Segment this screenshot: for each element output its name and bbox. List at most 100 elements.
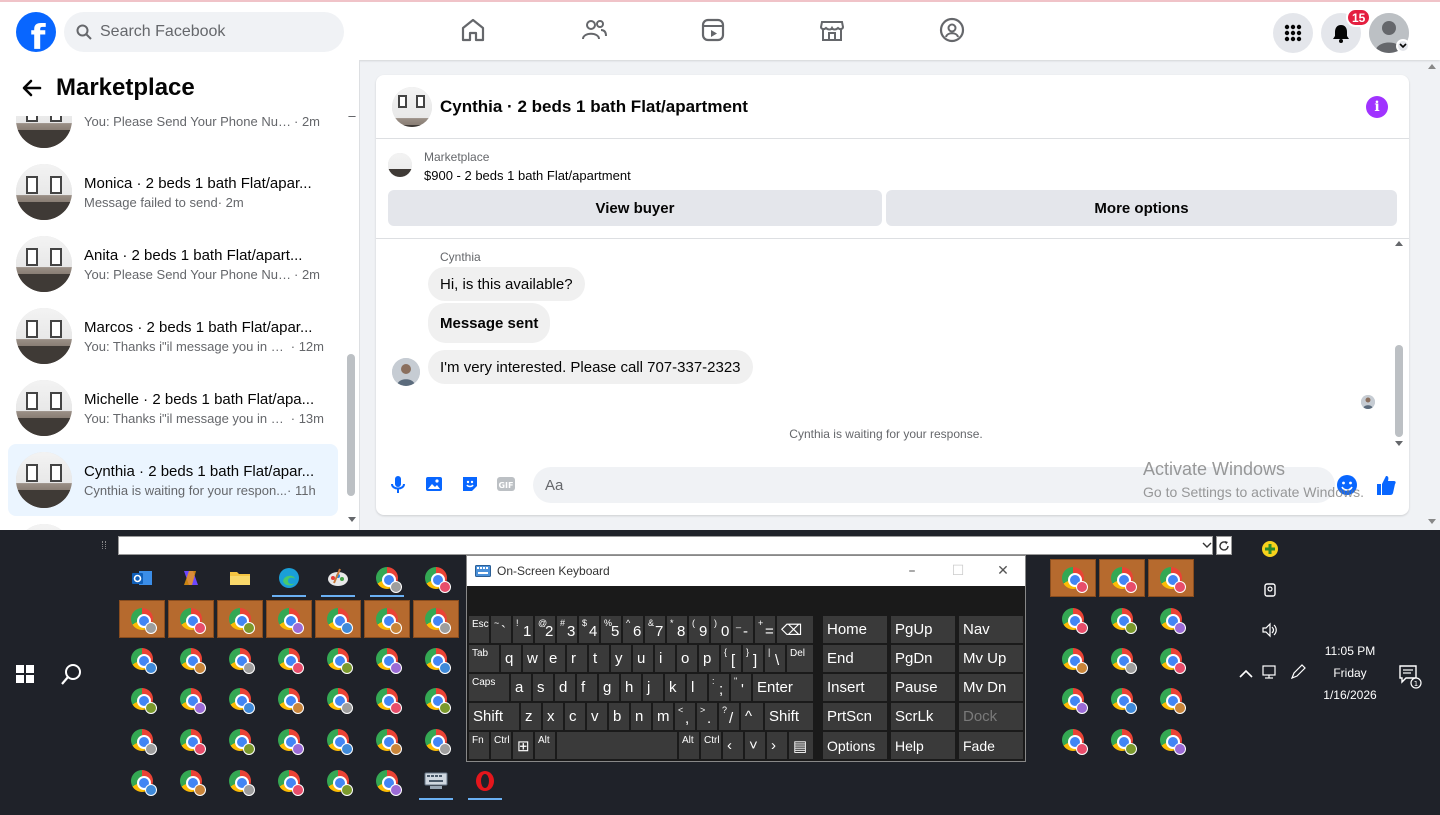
osk-key[interactable]: Fn [469, 732, 489, 759]
search-input[interactable] [100, 23, 320, 41]
chrome-profile-taskbar-button[interactable] [315, 721, 361, 759]
osk-key[interactable] [557, 732, 677, 759]
close-button[interactable]: ✕ [980, 556, 1026, 586]
osk-key[interactable]: $4 [579, 616, 599, 643]
osk-key[interactable]: t [589, 645, 609, 672]
osk-key[interactable]: Tab [469, 645, 499, 672]
osk-key[interactable]: ‹ [723, 732, 743, 759]
osk-key[interactable]: ˅ [745, 732, 765, 759]
osk-key[interactable]: s [533, 674, 553, 701]
security-shield-icon[interactable] [1261, 540, 1279, 558]
conversation-item[interactable]: Michelle · 2 beds 1 bath Flat/apa... You:… [8, 372, 338, 444]
osk-key[interactable]: | \ [765, 645, 785, 672]
chrome-profile-taskbar-button[interactable] [364, 721, 410, 759]
osk-key[interactable]: d [555, 674, 575, 701]
chrome-profile-taskbar-button[interactable] [315, 762, 361, 800]
chrome-profile-taskbar-button[interactable] [217, 762, 263, 800]
chrome-profile-taskbar-button[interactable] [266, 762, 312, 800]
chrome-profile-taskbar-button[interactable] [168, 721, 214, 759]
osk-key[interactable]: >. [697, 703, 717, 730]
friends-icon[interactable] [580, 16, 608, 44]
chrome-profile-taskbar-button[interactable] [1099, 640, 1145, 678]
view-buyer-button[interactable]: View buyer [388, 190, 882, 226]
osk-key[interactable]: y [611, 645, 631, 672]
osk-key[interactable]: c [565, 703, 585, 730]
maximize-button[interactable]: ☐ [935, 556, 981, 586]
chrome-profile-taskbar-button[interactable] [1148, 721, 1194, 759]
chrome-profile-taskbar-button[interactable] [413, 559, 459, 597]
osk-key[interactable]: l [687, 674, 707, 701]
info-icon[interactable]: i [1366, 96, 1388, 118]
osk-key[interactable]: g [599, 674, 619, 701]
message-bubble[interactable]: Hi, is this available? [428, 267, 585, 301]
message-bubble[interactable]: I'm very interested. Please call 707-337… [428, 350, 753, 384]
osk-key[interactable]: w [523, 645, 543, 672]
osk-key[interactable]: o [677, 645, 697, 672]
address-refresh-button[interactable] [1216, 536, 1232, 555]
chrome-profile-taskbar-button[interactable] [1050, 721, 1096, 759]
chrome-profile-taskbar-button[interactable] [413, 721, 459, 759]
osk-key[interactable]: (9 [689, 616, 709, 643]
conversation-item[interactable]: Marcos · 2 beds 1 bath Flat/apar... You: … [8, 300, 338, 372]
page-scroll-up-arrow-icon[interactable] [1428, 64, 1436, 69]
chrome-profile-taskbar-button[interactable] [413, 600, 459, 638]
osk-key[interactable]: ⊞ [513, 732, 533, 759]
chrome-profile-taskbar-button[interactable] [217, 680, 263, 718]
opera-taskbar-button[interactable] [462, 762, 508, 800]
chrome-profile-taskbar-button[interactable] [168, 762, 214, 800]
osk-nav-key[interactable]: Mv Up [959, 645, 1023, 672]
chrome-profile-taskbar-button[interactable] [266, 640, 312, 678]
osk-key[interactable]: Alt [535, 732, 555, 759]
chrome-profile-taskbar-button[interactable] [168, 680, 214, 718]
chrome-profile-taskbar-button[interactable] [266, 600, 312, 638]
chrome-profile-taskbar-button[interactable] [1148, 680, 1194, 718]
osk-nav-key[interactable]: PrtScn [823, 703, 887, 730]
osk-key[interactable]: <, [675, 703, 695, 730]
osk-key[interactable]: n [631, 703, 651, 730]
chrome-profile-taskbar-button[interactable] [266, 721, 312, 759]
osk-key[interactable]: v [587, 703, 607, 730]
osk-key[interactable]: @2 [535, 616, 555, 643]
chrome-profile-taskbar-button[interactable] [364, 559, 410, 597]
chrome-profile-taskbar-button[interactable] [168, 640, 214, 678]
chrome-profile-taskbar-button[interactable] [1148, 559, 1194, 597]
more-options-button[interactable]: More options [886, 190, 1397, 226]
copilot-taskbar-button[interactable] [168, 559, 214, 597]
conversation-scrollbar[interactable] [347, 354, 355, 496]
osk-nav-key[interactable]: Pause [891, 674, 955, 701]
chrome-profile-taskbar-button[interactable] [1148, 600, 1194, 638]
osk-key[interactable]: z [521, 703, 541, 730]
osk-nav-key[interactable]: Mv Dn [959, 674, 1023, 701]
osk-key[interactable]: r [567, 645, 587, 672]
chevron-down-icon[interactable] [1201, 539, 1213, 551]
pen-icon[interactable] [1289, 663, 1307, 681]
osk-nav-key[interactable]: Options [823, 732, 887, 759]
sender-avatar[interactable] [392, 358, 420, 386]
chrome-profile-taskbar-button[interactable] [168, 600, 214, 638]
chrome-profile-taskbar-button[interactable] [364, 680, 410, 718]
osk-taskbar-button[interactable] [413, 762, 459, 800]
osk-nav-key[interactable]: ScrLk [891, 703, 955, 730]
minimize-button[interactable]: – [889, 556, 935, 586]
osk-key[interactable]: x [543, 703, 563, 730]
osk-key[interactable]: ) 0 [711, 616, 731, 643]
osk-key[interactable]: Del [787, 645, 813, 672]
page-scroll-down-arrow-icon[interactable] [1428, 519, 1436, 524]
microphone-icon[interactable] [388, 474, 408, 494]
scroll-down-arrow-icon[interactable] [348, 517, 356, 522]
osk-key[interactable]: Enter [753, 674, 813, 701]
osk-key[interactable]: Alt [679, 732, 699, 759]
chrome-profile-taskbar-button[interactable] [119, 721, 165, 759]
osk-nav-key[interactable]: Dock [959, 703, 1023, 730]
osk-nav-key[interactable]: Help [891, 732, 955, 759]
chrome-profile-taskbar-button[interactable] [119, 600, 165, 638]
marketplace-icon[interactable] [818, 16, 846, 44]
osk-key[interactable]: q [501, 645, 521, 672]
osk-key[interactable]: Caps [469, 674, 509, 701]
conversation-item[interactable]: Anita · 2 beds 1 bath Flat/apart... You: … [8, 228, 338, 300]
home-icon[interactable] [459, 16, 487, 44]
osk-key[interactable]: ! 1 [513, 616, 533, 643]
menu-grid-button[interactable] [1273, 13, 1313, 53]
chrome-profile-taskbar-button[interactable] [364, 640, 410, 678]
chrome-profile-taskbar-button[interactable] [1148, 640, 1194, 678]
